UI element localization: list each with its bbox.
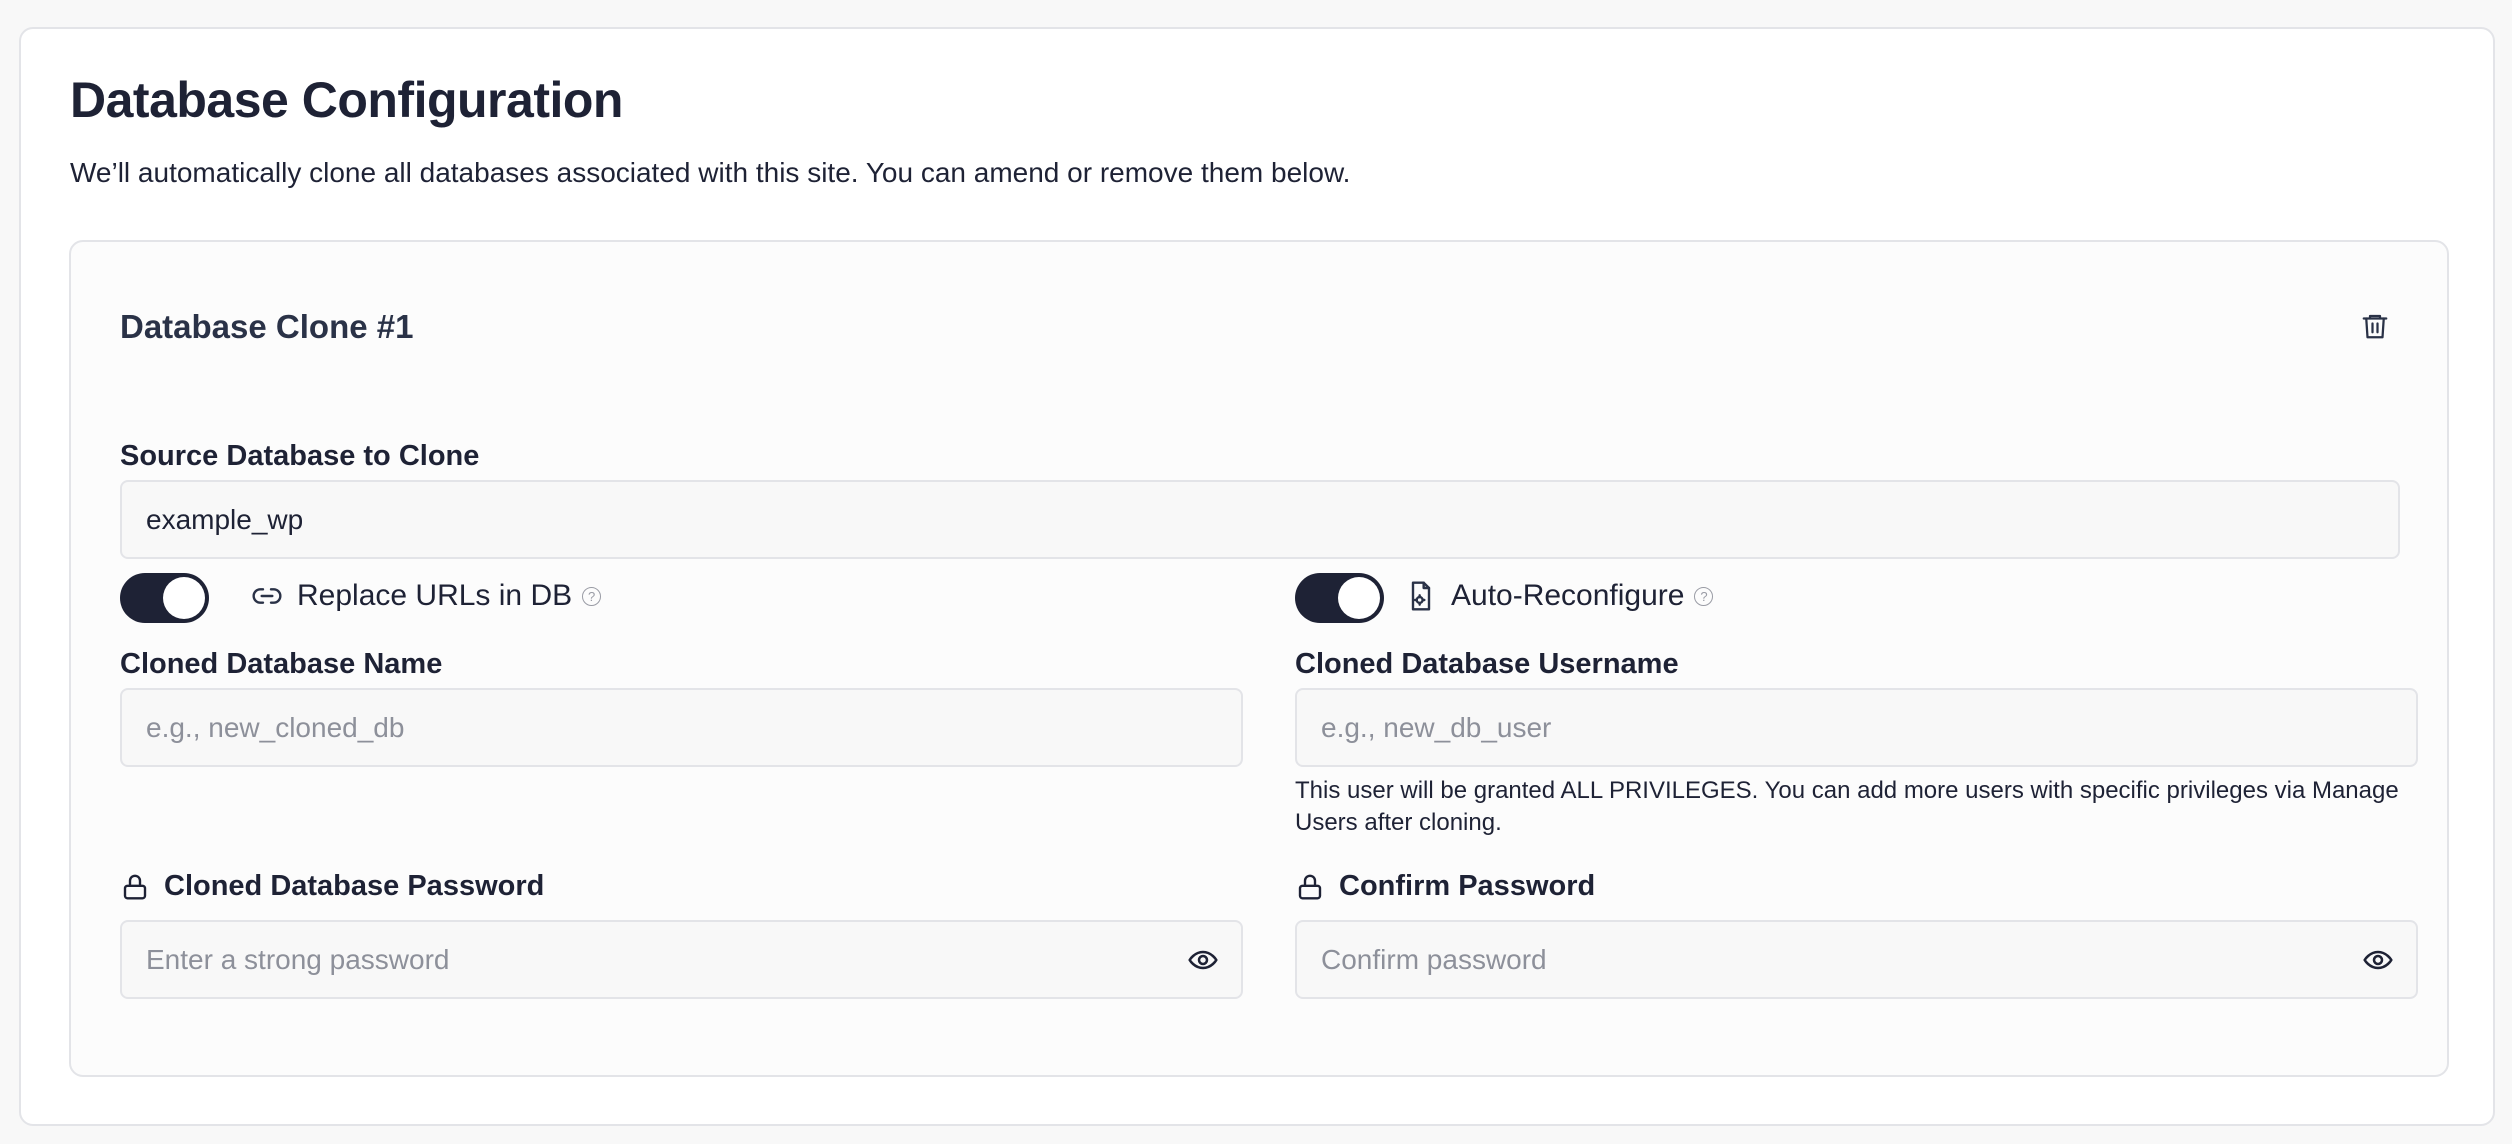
source-database-label: Source Database to Clone [120,440,480,472]
password-label: Cloned Database Password [164,870,545,902]
page-title: Database Configuration [70,72,623,128]
cloned-name-label: Cloned Database Name [120,648,443,680]
cloned-username-input[interactable] [1295,688,2418,767]
show-password-button[interactable] [1185,942,1221,978]
confirm-password-input[interactable] [1295,920,2418,999]
cloned-name-input[interactable] [120,688,1243,767]
clone-title: Database Clone #1 [120,308,414,345]
password-label-row: Cloned Database Password [120,870,544,903]
help-icon[interactable]: ? [582,586,602,606]
show-confirm-password-button[interactable] [2360,942,2396,978]
auto-reconfigure-toggle[interactable] [1295,573,1384,623]
replace-urls-row: Replace URLs in DB ? [251,579,602,613]
database-configuration-card: Database Configuration We’ll automatical… [19,27,2495,1126]
eye-icon [1188,950,1218,970]
replace-urls-label: Replace URLs in DB [297,579,573,612]
link-icon [252,588,282,604]
page-subtitle: We’ll automatically clone all databases … [70,157,1351,188]
delete-clone-button[interactable] [2353,304,2397,348]
toggle-knob [163,577,205,619]
lock-icon [123,874,147,899]
username-hint: This user will be granted ALL PRIVILEGES… [1295,777,2399,836]
auto-reconfigure-label: Auto-Reconfigure [1451,579,1685,612]
confirm-label: Confirm Password [1339,870,1596,902]
help-icon[interactable]: ? [1694,586,1714,606]
auto-reconfigure-row: Auto-Reconfigure ? [1405,579,1714,613]
cloned-username-label: Cloned Database Username [1295,648,1679,680]
file-gear-icon [1411,581,1431,611]
replace-urls-toggle[interactable] [120,573,209,623]
confirm-label-row: Confirm Password [1295,870,1595,903]
database-clone-panel: Database Clone #1 Source Database to Clo… [69,240,2449,1077]
password-input[interactable] [120,920,1243,999]
source-database-input[interactable] [120,480,2400,559]
lock-icon [1298,874,1322,899]
eye-icon [2363,950,2393,970]
toggle-knob [1338,577,1380,619]
trash-icon [2362,314,2388,339]
